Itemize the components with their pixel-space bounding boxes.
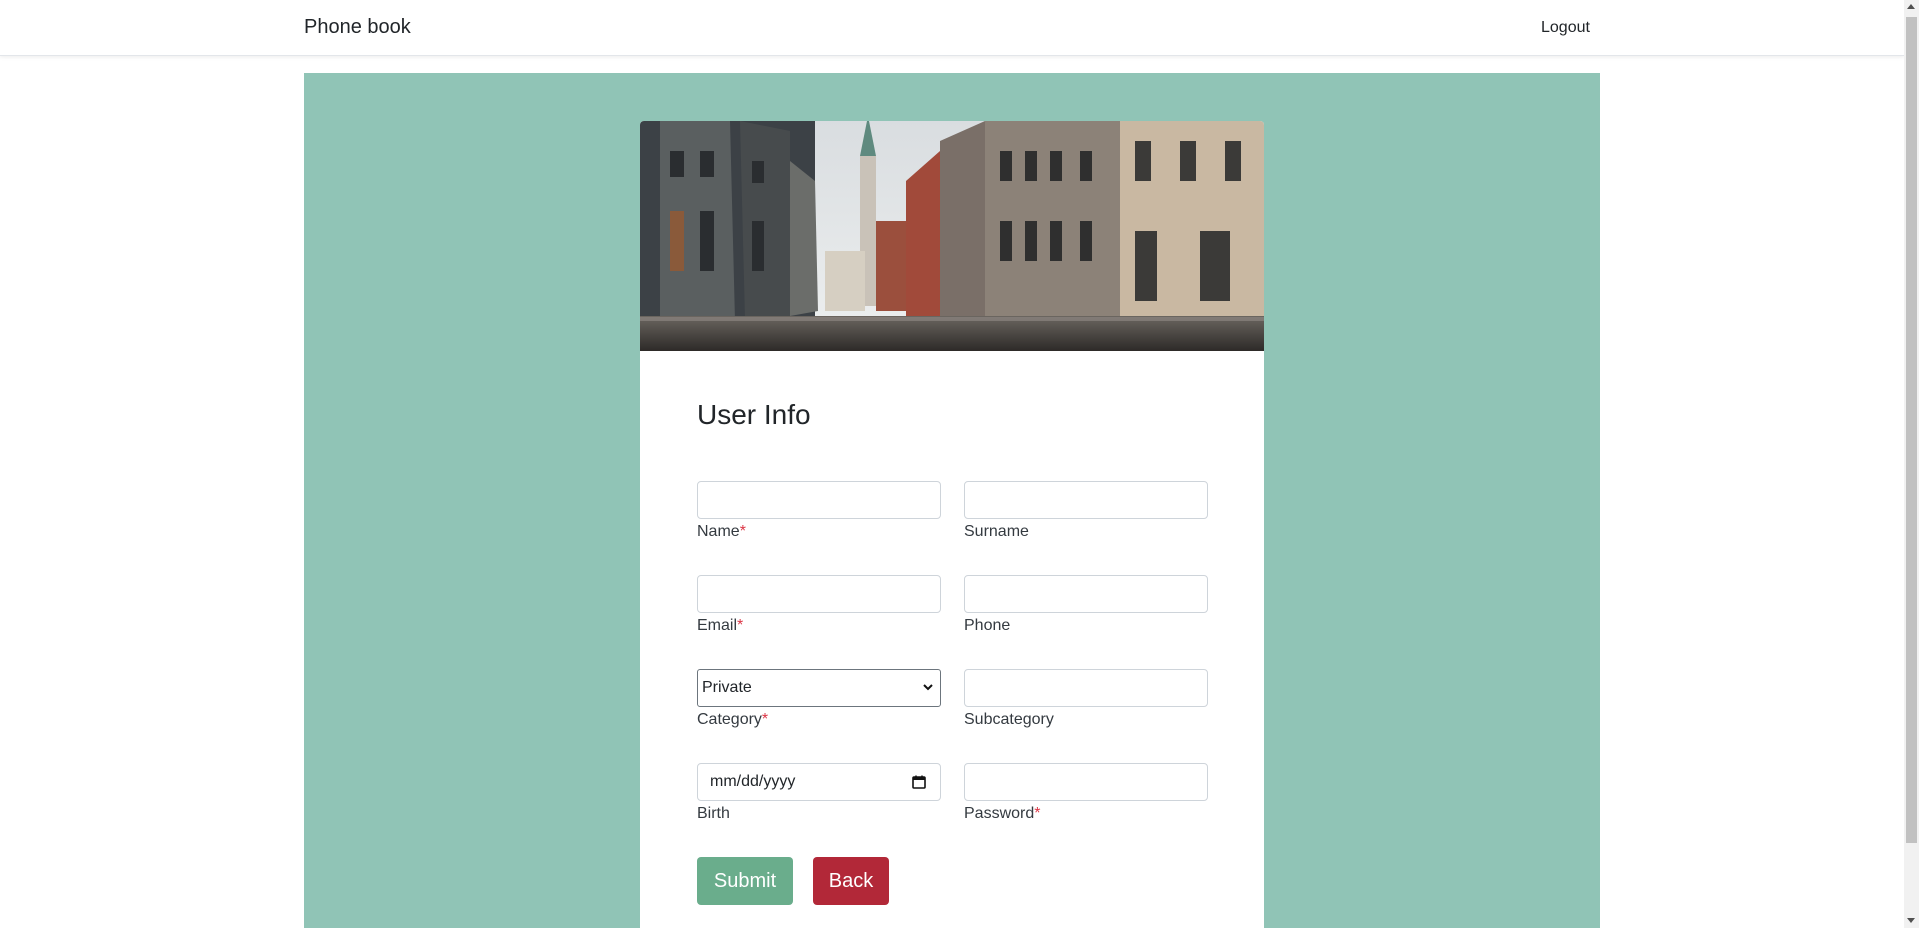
password-label: Password* [964,805,1040,823]
surname-label: Surname [964,523,1029,540]
scroll-up-arrow-icon[interactable] [1907,4,1915,9]
logout-link[interactable]: Logout [1541,19,1590,37]
birth-label: Birth [697,805,730,822]
subcategory-input[interactable] [964,669,1208,707]
scrollbar-thumb[interactable] [1906,17,1917,843]
user-info-card: User Info Name* Surname Email* Phone Pri… [640,121,1264,928]
back-button[interactable]: Back [813,857,889,905]
password-label-text: Password [964,805,1035,822]
phone-label: Phone [964,617,1011,634]
hero-street-image [640,121,1264,351]
form-title: User Info [697,399,811,430]
category-select-wrapper: Private [697,669,941,707]
submit-button[interactable]: Submit [697,857,793,905]
category-select[interactable]: Private [697,669,941,707]
navbar: Phone book Logout [0,0,1904,56]
category-selected-value: Private [702,679,752,696]
phone-input[interactable] [964,575,1208,613]
name-required-mark: * [739,523,746,540]
password-required-mark: * [1034,805,1041,822]
birth-date-placeholder: mm/dd/yyyy [710,773,796,790]
page-scrollbar[interactable] [1904,0,1919,928]
category-required-mark: * [761,711,769,728]
name-input[interactable] [697,481,941,519]
email-required-mark: * [737,617,744,634]
category-label-text: Category [697,711,762,728]
email-input[interactable] [697,575,941,613]
brand-title[interactable]: Phone book [304,16,411,39]
password-input[interactable] [964,763,1208,801]
name-label-text: Name [697,523,740,540]
scroll-down-arrow-icon[interactable] [1907,918,1915,923]
surname-input[interactable] [964,481,1208,519]
email-label: Email* [697,617,743,635]
calendar-icon[interactable] [912,775,926,789]
birth-date-input[interactable]: mm/dd/yyyy [697,763,941,801]
subcategory-label: Subcategory [964,711,1054,728]
name-label: Name* [697,523,746,541]
category-label: Category* [697,711,768,729]
email-label-text: Email [697,617,738,634]
